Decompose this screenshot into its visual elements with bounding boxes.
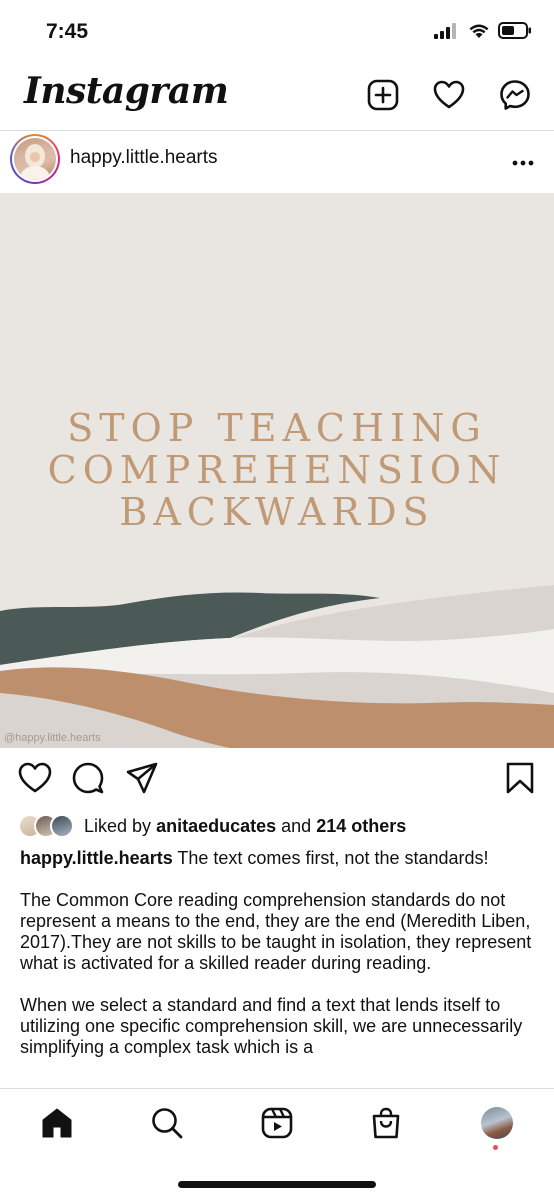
save-icon[interactable] (506, 762, 534, 794)
likes-text: Liked by anitaeducates and 214 others (84, 816, 406, 837)
post-actions (0, 762, 554, 802)
status-icons (434, 22, 532, 39)
like-icon[interactable] (18, 762, 52, 794)
likes-row[interactable]: Liked by anitaeducates and 214 others (18, 812, 406, 840)
liker-avatar (50, 814, 74, 838)
liker-username[interactable]: anitaeducates (156, 816, 276, 836)
instagram-logo[interactable]: Instagram (24, 70, 229, 112)
cellular-signal-icon (434, 22, 456, 39)
home-icon[interactable] (41, 1107, 73, 1139)
post-image[interactable]: STOP TEACHING COMPREHENSION BACKWARDS @h… (0, 193, 554, 748)
reels-icon[interactable] (261, 1107, 293, 1139)
header-actions (366, 78, 532, 112)
share-icon[interactable] (126, 762, 158, 794)
caption-first-line: happy.little.hearts The text comes first… (20, 848, 540, 869)
likes-prefix: Liked by (84, 815, 152, 836)
home-indicator[interactable] (178, 1181, 376, 1188)
status-time: 7:45 (46, 20, 89, 43)
new-post-icon[interactable] (366, 78, 400, 112)
post-header: happy.little.hearts (0, 131, 554, 193)
status-bar: 7:45 (0, 0, 554, 62)
more-options-icon[interactable] (512, 153, 534, 171)
comment-icon[interactable] (72, 762, 104, 794)
caption-paragraph-2: When we select a standard and find a tex… (20, 995, 523, 1057)
app-header: Instagram (0, 62, 554, 130)
caption-paragraph-1: The Common Core reading comprehension st… (20, 890, 532, 973)
caption-headline: The text comes first, not the standards! (177, 848, 489, 868)
liker-avatars (18, 814, 74, 838)
profile-avatar[interactable] (481, 1107, 513, 1139)
profile-notification-dot (493, 1145, 498, 1150)
likes-others[interactable]: 214 others (316, 816, 406, 836)
wifi-icon (469, 24, 489, 38)
wave-landscape (0, 585, 554, 748)
search-icon[interactable] (151, 1107, 183, 1139)
caption-username[interactable]: happy.little.hearts (20, 848, 173, 868)
post-caption: happy.little.hearts The text comes first… (20, 848, 540, 1079)
image-watermark: @happy.little.hearts (4, 732, 101, 744)
likes-middle: and (281, 815, 312, 836)
messenger-icon[interactable] (498, 78, 532, 112)
battery-icon (498, 22, 531, 39)
post-username[interactable]: happy.little.hearts (70, 147, 218, 169)
heart-icon[interactable] (432, 78, 466, 112)
post-author-avatar[interactable] (10, 134, 60, 184)
shop-icon[interactable] (371, 1107, 401, 1139)
